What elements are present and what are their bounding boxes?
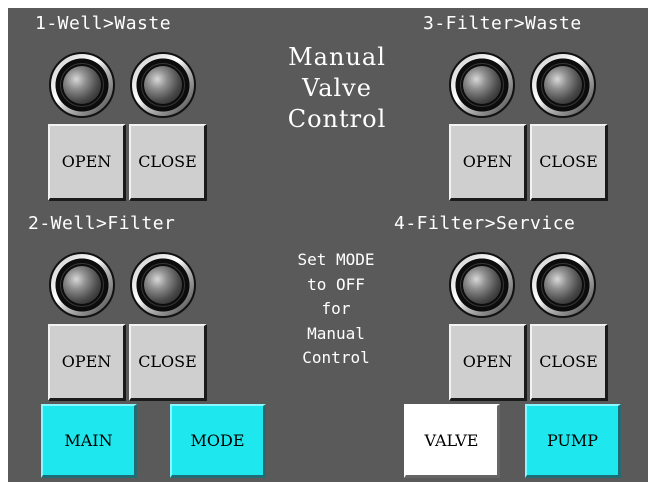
instruction-line-5: Control [302, 348, 370, 367]
valve-3-label: 3-Filter>Waste [423, 13, 582, 34]
valve-button[interactable]: VALVE [404, 404, 500, 478]
valve-2-close-button[interactable]: CLOSE [129, 324, 207, 401]
instruction-line-1: Set MODE [297, 250, 375, 269]
instruction-line-2: to OFF [307, 274, 365, 294]
page-title: Manual Valve Control [234, 42, 440, 135]
main-button[interactable]: MAIN [41, 404, 137, 478]
valve-1-open-button[interactable]: OPEN [48, 124, 126, 201]
valve-3-open-button[interactable]: OPEN [449, 124, 527, 201]
valve-4-close-indicator-icon [530, 252, 596, 318]
valve-3-close-indicator-icon [530, 52, 596, 118]
valve-3-close-button[interactable]: CLOSE [530, 124, 608, 201]
page-title-line-2: Valve [302, 74, 372, 102]
valve-2-open-button[interactable]: OPEN [48, 324, 126, 401]
manual-valve-control-panel: 1-Well>Waste 3-Filter>Waste 2-Well>Filte… [8, 8, 648, 482]
valve-4-label: 4-Filter>Service [394, 213, 576, 234]
valve-4-open-indicator-icon [449, 252, 515, 318]
page-title-line-1: Manual [288, 43, 386, 71]
valve-2-label: 2-Well>Filter [28, 213, 176, 234]
pump-button[interactable]: PUMP [525, 404, 621, 478]
valve-1-close-indicator-icon [130, 52, 196, 118]
valve-4-close-button[interactable]: CLOSE [530, 324, 608, 401]
valve-2-open-indicator-icon [49, 252, 115, 318]
valve-1-open-indicator-icon [49, 52, 115, 118]
manual-mode-instruction: Set MODE to OFF for Manual Control [256, 248, 416, 371]
instruction-line-4: Manual [307, 323, 365, 343]
valve-3-open-indicator-icon [449, 52, 515, 118]
page-title-line-3: Control [287, 105, 387, 133]
instruction-line-3: for [321, 299, 351, 318]
valve-1-label: 1-Well>Waste [35, 13, 172, 34]
valve-1-close-button[interactable]: CLOSE [129, 124, 207, 201]
valve-4-open-button[interactable]: OPEN [449, 324, 527, 401]
valve-2-close-indicator-icon [130, 252, 196, 318]
mode-button[interactable]: MODE [170, 404, 266, 478]
